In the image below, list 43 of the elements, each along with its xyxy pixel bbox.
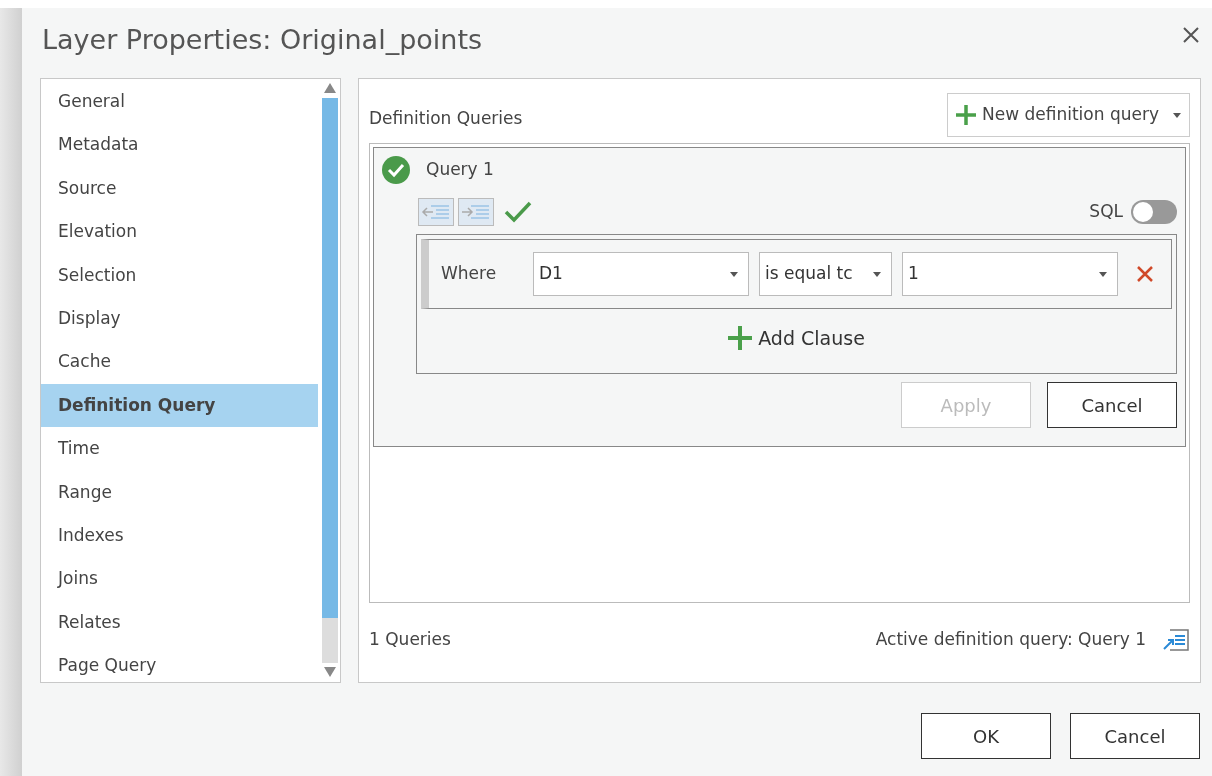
sidebar-item[interactable]: Elevation (41, 210, 318, 254)
new-query-button[interactable]: New definition query (947, 93, 1190, 137)
sidebar-item[interactable]: Display (41, 296, 318, 341)
plus-icon (956, 105, 976, 125)
window-title: Layer Properties: Original_points (42, 23, 483, 57)
sidebar-item[interactable]: Definition Query (41, 383, 318, 428)
plus-icon (728, 326, 753, 351)
sidebar-item[interactable]: Source (41, 166, 318, 211)
close-icon (1136, 265, 1154, 283)
sidebar-item[interactable]: Cache (41, 340, 318, 384)
section-heading: Definition Queries (369, 107, 523, 131)
cancel-button[interactable]: Cancel (1047, 382, 1177, 428)
sidebar-item[interactable]: Joins (41, 557, 318, 601)
sidebar-item[interactable]: General (41, 80, 318, 124)
sidebar-item[interactable]: Relates (41, 600, 318, 645)
close-icon (1182, 26, 1200, 44)
operator-dropdown[interactable]: is equal tc (759, 252, 892, 296)
sidebar-item[interactable]: Indexes (41, 513, 318, 558)
field-dropdown[interactable]: D1 (533, 252, 749, 296)
ok-button[interactable]: OK (921, 713, 1051, 759)
caret-icon (873, 271, 881, 277)
sql-toggle[interactable] (1131, 200, 1177, 224)
query-name: Query 1 (426, 158, 494, 182)
active-query-label: Active definition query: Query 1 (875, 628, 1146, 652)
sql-label: SQL (1089, 200, 1123, 224)
list-arrow-icon[interactable] (1162, 627, 1190, 653)
sidebar-item[interactable]: Metadata (41, 123, 318, 167)
add-clause-button[interactable]: Add Clause (722, 323, 871, 354)
where-label: Where (441, 262, 498, 286)
cancel-button[interactable]: Cancel (1070, 713, 1200, 759)
caret-icon (730, 271, 738, 277)
scroll-down-icon[interactable] (324, 667, 336, 677)
scroll-up-icon[interactable] (324, 83, 336, 93)
sidebar-item[interactable]: Selection (41, 253, 318, 297)
value-dropdown[interactable]: 1 (902, 252, 1118, 296)
close-button[interactable] (1182, 26, 1200, 44)
sidebar-item[interactable]: Page Query (41, 644, 318, 688)
sidebar-item[interactable]: Time (41, 427, 318, 471)
query-count: 1 Queries (369, 628, 451, 652)
caret-icon (1099, 271, 1107, 277)
caret-icon (1173, 112, 1181, 118)
sidebar-item[interactable]: Range (41, 470, 318, 514)
check-icon (504, 200, 532, 224)
